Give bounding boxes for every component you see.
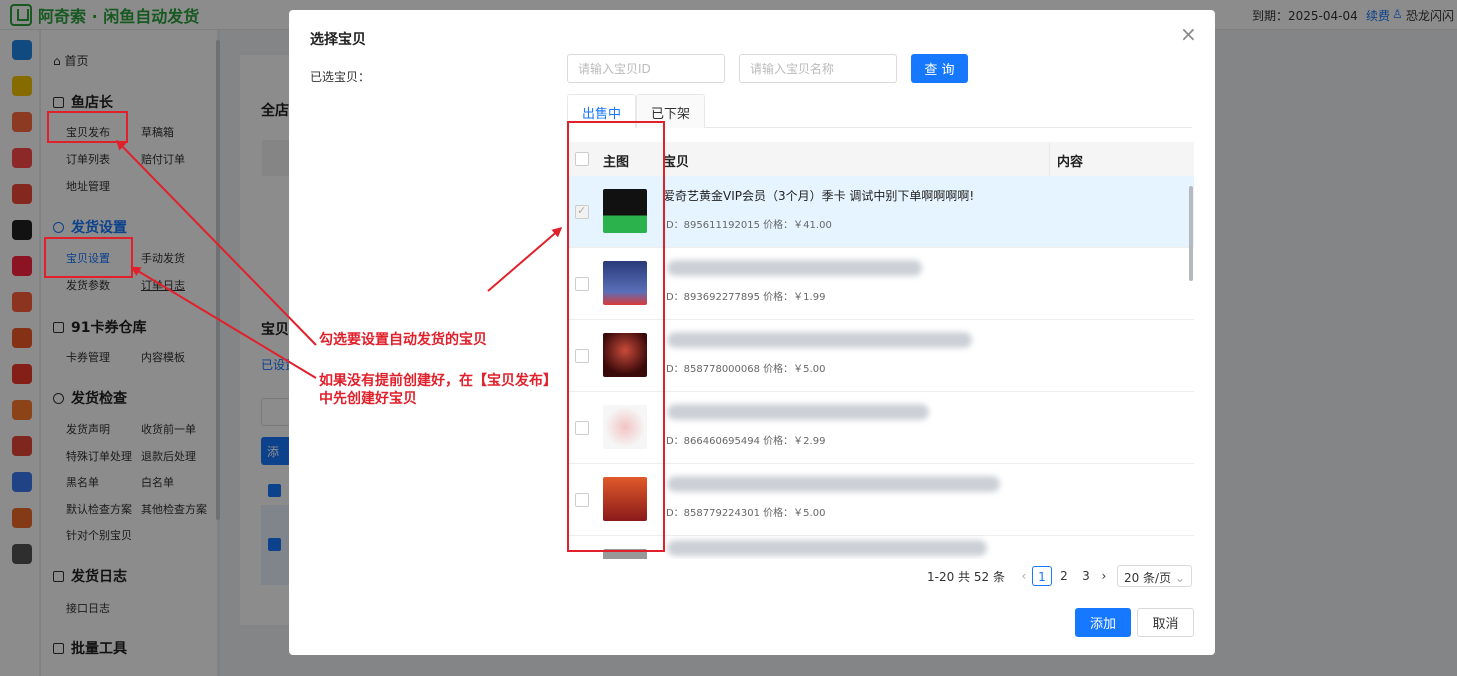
annotation-check-items: 勾选要设置自动发货的宝贝 [319,332,487,348]
annotation-create-first-2: 中先创建好宝贝 [319,391,417,407]
annotation-arrows [115,139,563,379]
annotation-create-first: 如果没有提前创建好，在【宝贝发布】 [319,373,557,389]
